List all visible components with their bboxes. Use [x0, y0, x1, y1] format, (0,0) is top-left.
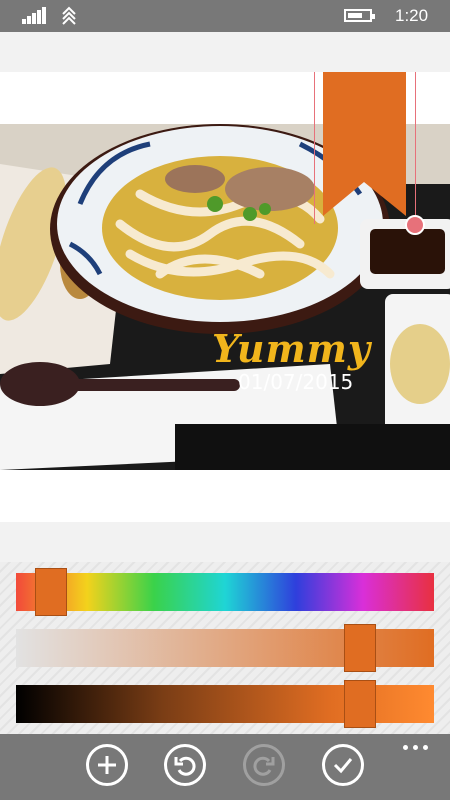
undo-icon	[174, 756, 196, 776]
check-icon	[333, 758, 353, 774]
brightness-slider-thumb[interactable]	[344, 680, 376, 728]
ellipsis-icon[interactable]	[403, 742, 433, 752]
caption-title[interactable]: Yummy	[212, 326, 371, 371]
photo-canvas[interactable]: Yummy 01/07/2015	[0, 72, 450, 522]
add-button[interactable]	[86, 744, 128, 786]
bookmark-ribbon-sticker[interactable]	[323, 72, 406, 216]
ribbon-guide-right	[415, 72, 416, 222]
signal-strength-icon	[22, 7, 48, 24]
redo-button[interactable]	[243, 744, 285, 786]
color-picker-panel	[0, 562, 450, 734]
ribbon-guide-left	[314, 72, 315, 224]
canvas-top-margin	[0, 32, 450, 72]
data-connection-icon	[62, 6, 76, 25]
saturation-slider-thumb[interactable]	[344, 624, 376, 672]
caption-date[interactable]: 01/07/2015	[238, 370, 353, 394]
accept-button[interactable]	[322, 744, 364, 786]
plus-icon	[98, 756, 116, 774]
battery-icon	[344, 9, 375, 22]
hue-slider-thumb[interactable]	[35, 568, 67, 616]
status-bar: 1:20	[0, 0, 450, 32]
undo-button[interactable]	[164, 744, 206, 786]
app-bar	[0, 734, 450, 800]
canvas-bottom-margin	[0, 522, 450, 562]
sticker-resize-handle[interactable]	[405, 215, 425, 235]
redo-icon	[253, 756, 275, 776]
clock: 1:20	[395, 6, 429, 25]
hue-slider[interactable]	[16, 573, 434, 611]
